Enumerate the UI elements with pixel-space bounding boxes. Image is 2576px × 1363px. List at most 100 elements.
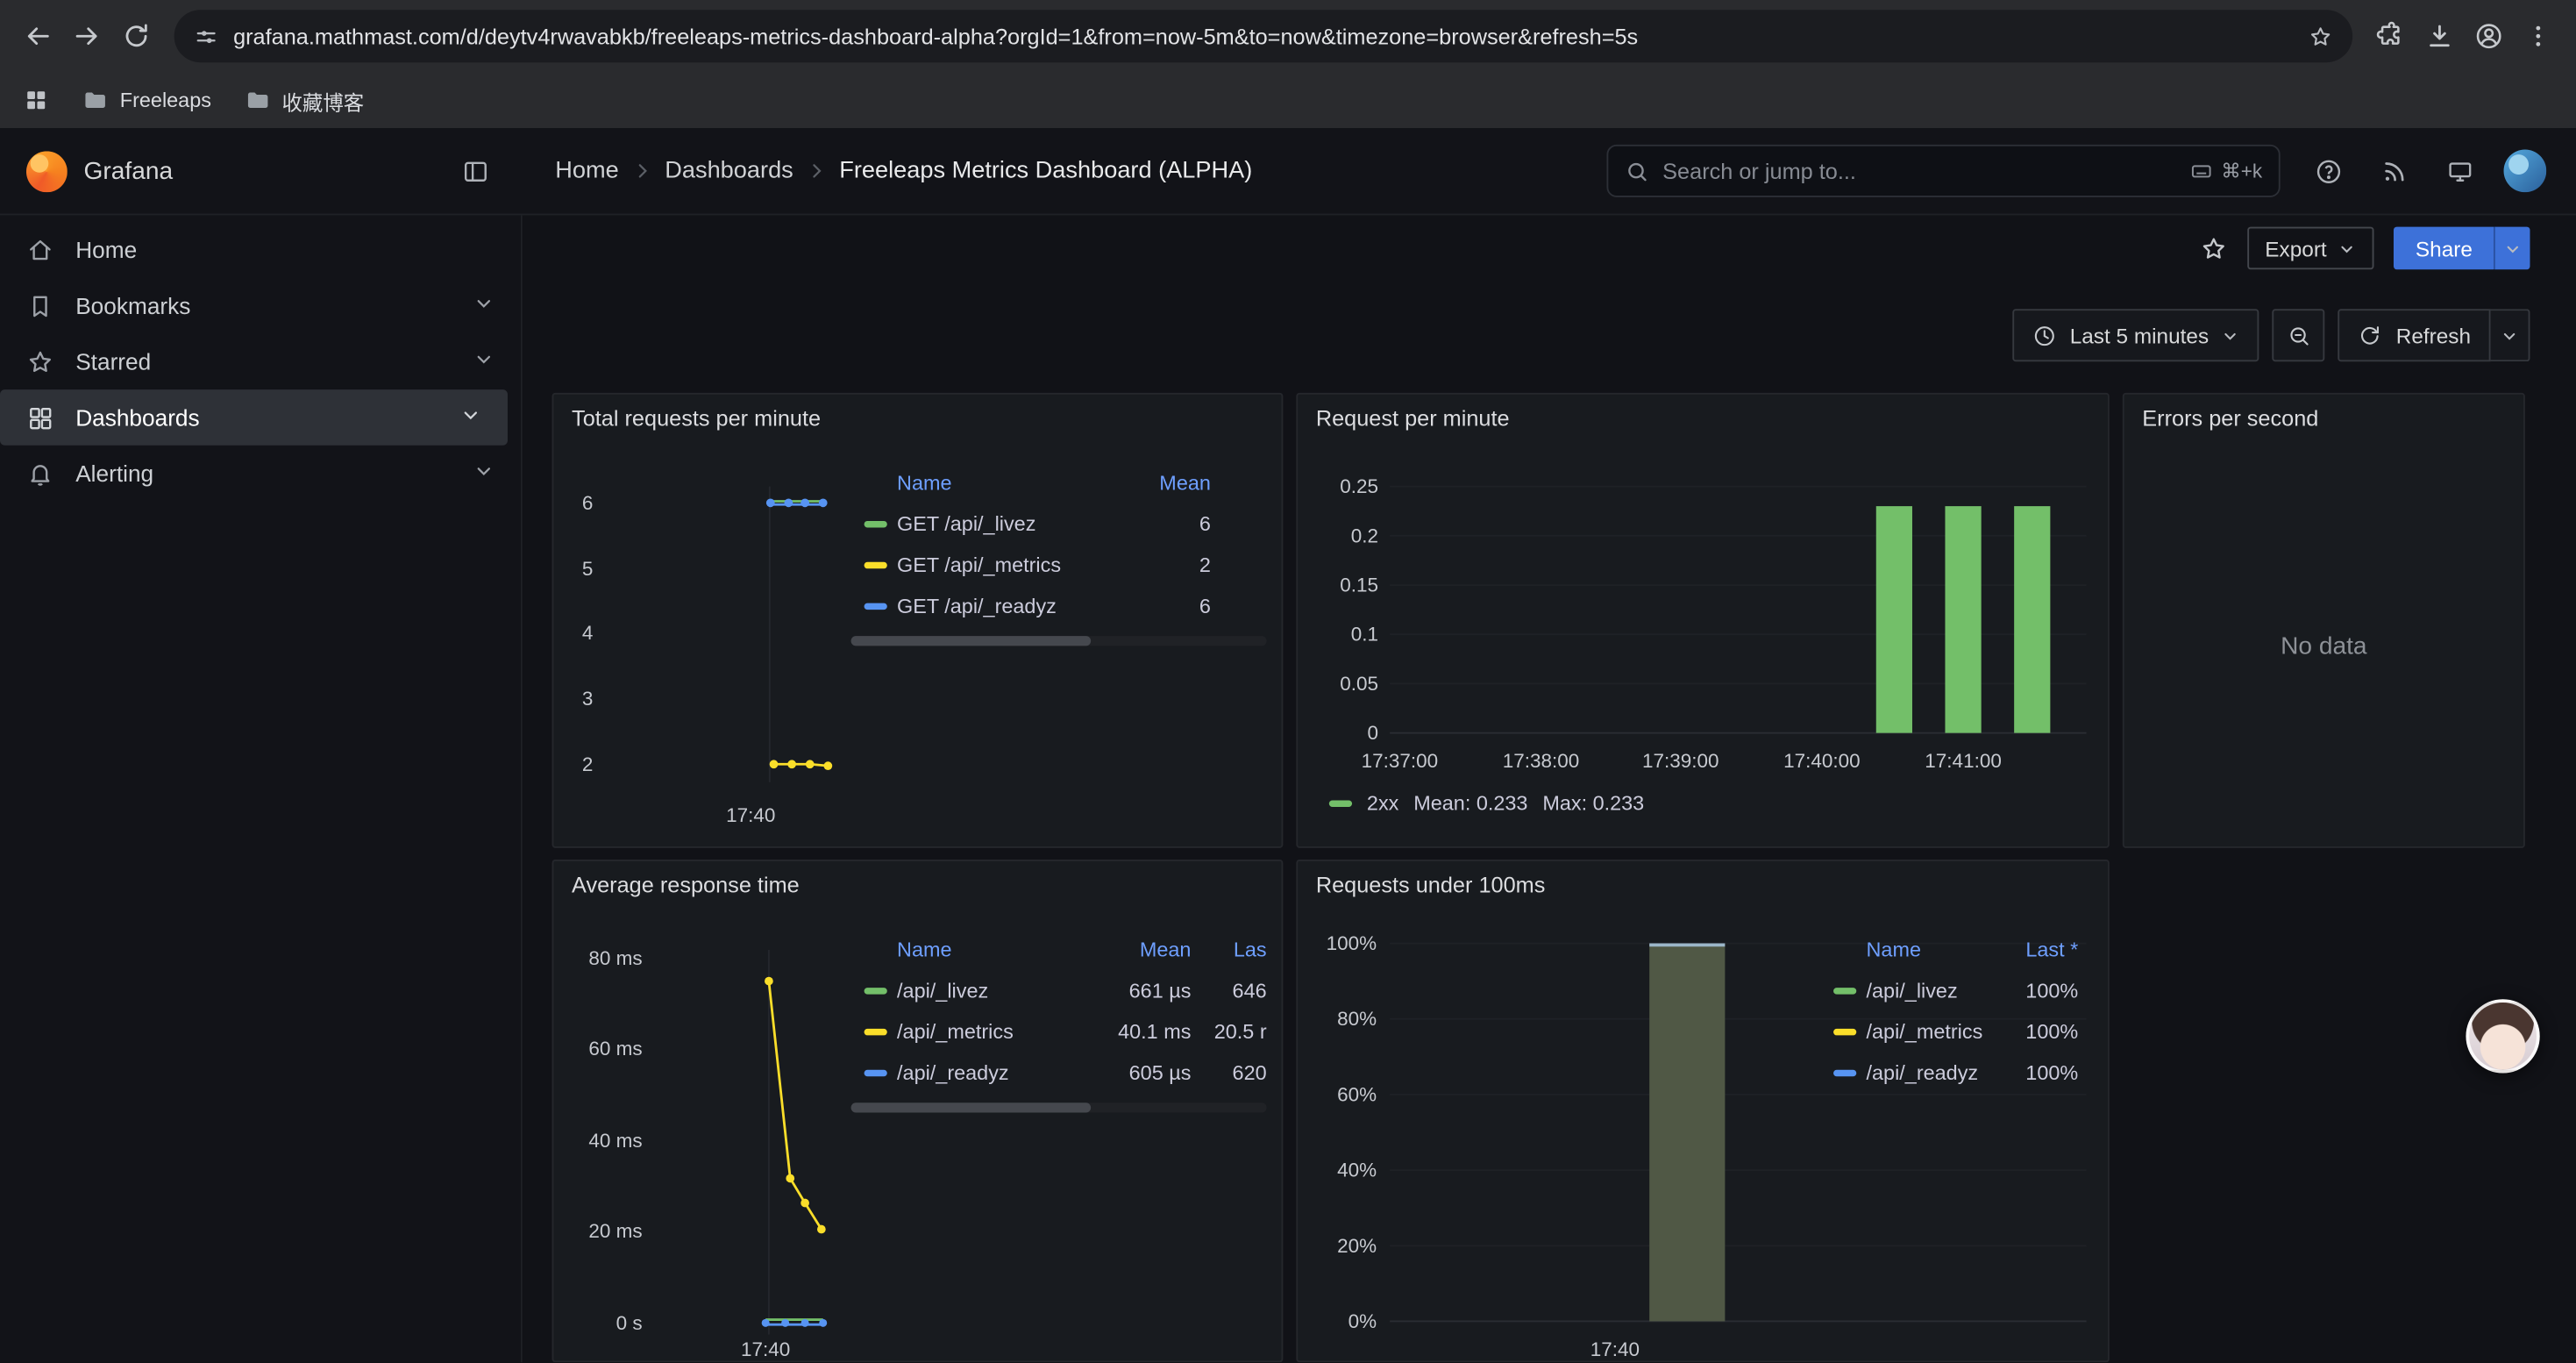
time-range-picker[interactable]: Last 5 minutes <box>2012 309 2259 361</box>
user-avatar[interactable] <box>2504 150 2547 193</box>
legend-header-mean[interactable]: Mean <box>1112 472 1210 495</box>
bookmark-folder-freeleaps[interactable]: Freeleaps <box>82 87 211 113</box>
panel-avg-response-time: Average response time 80 ms 60 ms 40 ms … <box>552 860 1284 1362</box>
clock-icon <box>2032 323 2057 347</box>
legend-header-last[interactable]: Last * <box>1996 938 2079 961</box>
scrollbar-thumb[interactable] <box>851 636 1092 646</box>
forward-icon[interactable] <box>62 11 111 61</box>
browser-menu-icon[interactable] <box>2514 11 2563 61</box>
series-last: 100% <box>1996 1060 2079 1083</box>
series-last: 100% <box>1996 979 2079 1002</box>
apps-grid-icon[interactable] <box>23 87 49 113</box>
legend-row[interactable]: GET /api/_metrics 2 <box>851 544 1267 585</box>
legend-row[interactable]: GET /api/_livez 6 <box>851 503 1267 544</box>
chevron-down-icon[interactable] <box>460 404 481 431</box>
bookmark-icon <box>26 292 54 320</box>
refresh-interval-caret[interactable] <box>2491 309 2530 361</box>
extensions-icon[interactable] <box>2366 11 2415 61</box>
series-name[interactable]: /api/_readyz <box>1867 1060 1996 1083</box>
reload-icon[interactable] <box>111 11 160 61</box>
legend-row[interactable]: /api/_metrics 40.1 ms 20.5 r <box>851 1010 1267 1052</box>
scrollbar-thumb[interactable] <box>851 1103 1092 1112</box>
search-input[interactable] <box>1662 159 2176 183</box>
monitor-icon[interactable] <box>2438 150 2481 193</box>
bookmark-label: Freeleaps <box>120 89 211 111</box>
panel-title[interactable]: Errors per second <box>2142 406 2318 431</box>
search-shortcut: ⌘+k <box>2190 160 2262 182</box>
sidebar-item-home[interactable]: Home <box>0 222 521 278</box>
rss-icon[interactable] <box>2373 150 2416 193</box>
series-name[interactable]: /api/_metrics <box>1867 1020 1996 1043</box>
zoom-out-button[interactable] <box>2273 309 2325 361</box>
chevron-down-icon[interactable] <box>473 348 495 375</box>
site-settings-icon[interactable] <box>194 24 218 48</box>
assistant-avatar[interactable] <box>2466 999 2539 1073</box>
chevron-down-icon <box>2504 239 2523 258</box>
bar-chart <box>1298 395 2110 848</box>
profile-icon[interactable] <box>2465 11 2514 61</box>
legend-header-name[interactable]: Name <box>897 938 1066 961</box>
help-icon[interactable] <box>2307 150 2350 193</box>
series-name[interactable]: /api/_metrics <box>897 1020 1066 1043</box>
chevron-right-icon <box>632 161 651 181</box>
legend-row[interactable]: /api/_livez 661 µs 646 <box>851 969 1267 1010</box>
series-mean: 6 <box>1112 594 1210 617</box>
legend-table: Name Mean GET /api/_livez 6 GET /api/_me… <box>851 463 1267 625</box>
legend-header-name[interactable]: Name <box>1867 938 1996 961</box>
sidebar-item-alerting[interactable]: Alerting <box>0 446 521 502</box>
sidebar-item-dashboards[interactable]: Dashboards <box>0 389 508 446</box>
breadcrumb-home[interactable]: Home <box>555 158 618 184</box>
export-button[interactable]: Export <box>2247 227 2374 270</box>
legend-row[interactable]: /api/_readyz 100% <box>1820 1052 2078 1093</box>
dashboard-main: Export Share Last 5 minutes <box>523 215 2576 1362</box>
series-name[interactable]: GET /api/_readyz <box>897 594 1112 617</box>
share-button-group: Share <box>2395 227 2530 270</box>
folder-icon <box>244 87 270 113</box>
zoom-out-icon <box>2287 323 2311 347</box>
bookmark-folder-blogs[interactable]: 收藏博客 <box>244 84 364 116</box>
sidebar-item-label: Alerting <box>75 460 153 487</box>
legend-table: Name Mean Las /api/_livez 661 µs 646 /ap… <box>851 931 1267 1093</box>
chevron-down-icon[interactable] <box>473 460 495 487</box>
legend-row[interactable]: /api/_livez 100% <box>1820 969 2078 1010</box>
url-input[interactable] <box>233 24 2294 48</box>
breadcrumb: Home Dashboards Freeleaps Metrics Dashbo… <box>523 158 1253 184</box>
favorite-star-icon[interactable] <box>2199 234 2227 262</box>
legend-header-mean[interactable]: Mean <box>1066 938 1191 961</box>
legend-row[interactable]: GET /api/_readyz 6 <box>851 585 1267 626</box>
header-icons <box>2281 150 2576 193</box>
legend-header-last[interactable]: Las <box>1191 938 1266 961</box>
legend-header-name[interactable]: Name <box>897 472 1112 495</box>
legend-row[interactable]: /api/_metrics 100% <box>1820 1010 2078 1052</box>
refresh-icon <box>2359 323 2383 347</box>
breadcrumb-dashboards[interactable]: Dashboards <box>665 158 793 184</box>
legend-scrollbar[interactable] <box>851 636 1267 646</box>
series-name[interactable]: /api/_livez <box>1867 979 1996 1002</box>
sidebar-item-starred[interactable]: Starred <box>0 333 521 389</box>
downloads-icon[interactable] <box>2415 11 2464 61</box>
legend-row[interactable]: /api/_readyz 605 µs 620 <box>851 1052 1267 1093</box>
series-name[interactable]: GET /api/_livez <box>897 512 1112 535</box>
chevron-down-icon[interactable] <box>473 293 495 319</box>
series-name[interactable]: GET /api/_metrics <box>897 553 1112 576</box>
series-color-dash <box>865 520 887 526</box>
chevron-down-icon <box>2501 326 2519 345</box>
series-name[interactable]: 2xx <box>1367 792 1398 815</box>
share-menu-caret[interactable] <box>2494 227 2530 270</box>
bookmark-star-icon[interactable] <box>2309 24 2333 48</box>
sidebar-item-label: Dashboards <box>75 404 199 431</box>
series-name[interactable]: /api/_readyz <box>897 1060 1066 1083</box>
search-box[interactable]: ⌘+k <box>1606 145 2280 197</box>
no-data-message: No data <box>2124 632 2523 660</box>
chevron-down-icon <box>2338 239 2357 258</box>
sidebar-toggle-icon[interactable] <box>453 150 496 193</box>
series-name[interactable]: /api/_livez <box>897 979 1066 1002</box>
chevron-right-icon <box>807 161 826 181</box>
grafana-logo-icon[interactable] <box>26 150 68 191</box>
legend-scrollbar[interactable] <box>851 1103 1267 1112</box>
address-bar[interactable] <box>174 10 2353 62</box>
share-button[interactable]: Share <box>2395 227 2494 270</box>
back-icon[interactable] <box>13 11 62 61</box>
refresh-button[interactable]: Refresh <box>2338 309 2490 361</box>
sidebar-item-bookmarks[interactable]: Bookmarks <box>0 278 521 334</box>
